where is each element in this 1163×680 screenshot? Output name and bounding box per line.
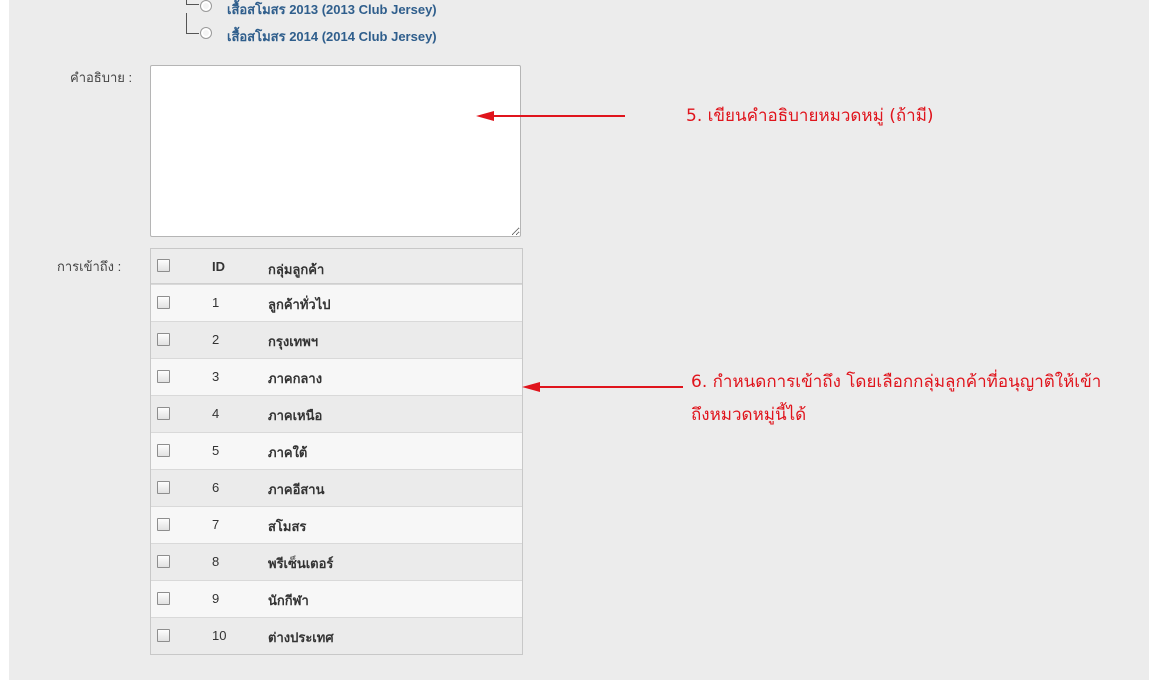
- annotation-step6-line1: 6. กำหนดการเข้าถึง โดยเลือกกลุ่มลูกค้าที…: [691, 372, 1102, 392]
- arrow-to-description: [476, 111, 625, 121]
- annotation-arrows: [476, 111, 683, 392]
- annotation-step5: 5. เขียนคำอธิบายหมวดหมู่ (ถ้ามี): [686, 106, 934, 126]
- arrow-to-access-table: [522, 382, 683, 392]
- annotation-step6-line2: ถึงหมวดหมู่นี้ได้: [691, 405, 807, 425]
